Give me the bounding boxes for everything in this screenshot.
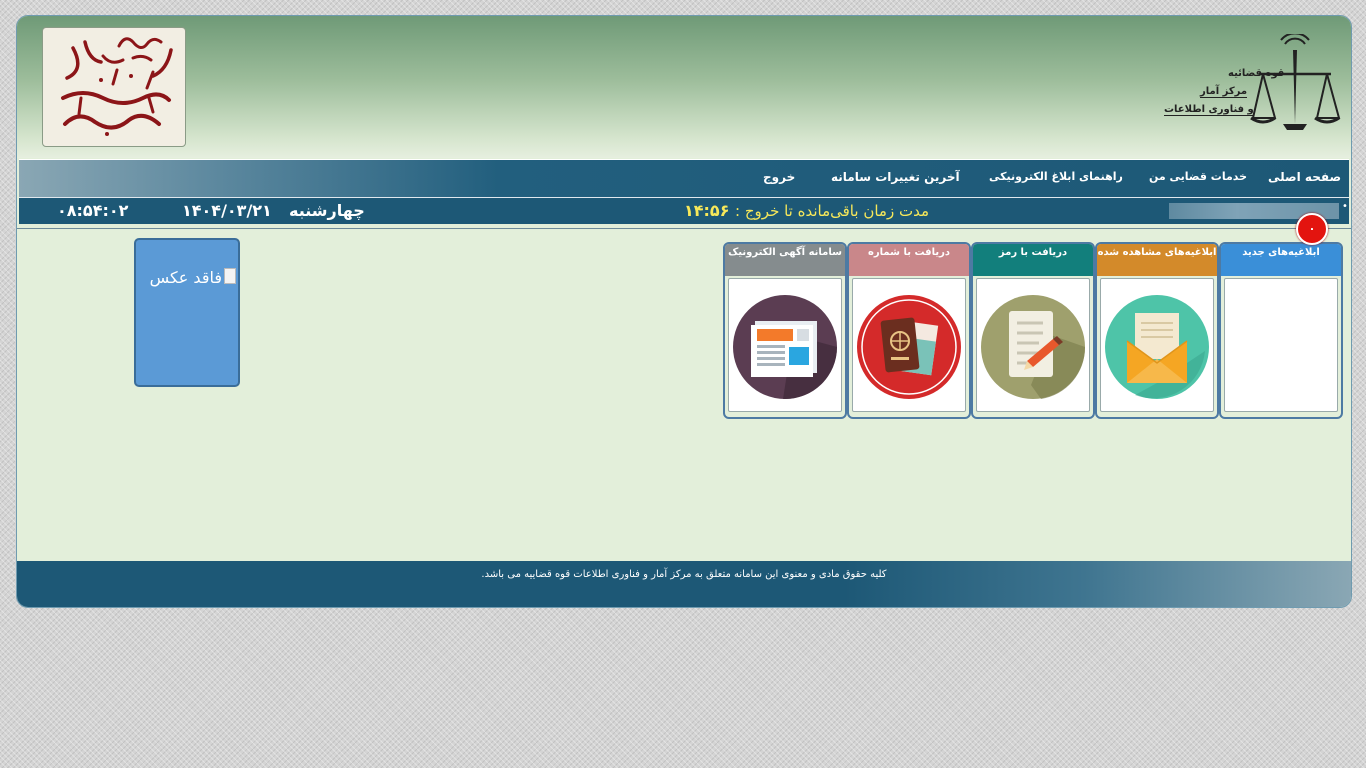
card-new-notices[interactable]: ابلاغیه‌های جدید	[1219, 242, 1343, 419]
current-date: ۱۴۰۴/۰۳/۲۱	[182, 201, 272, 220]
judiciary-line3: و فناوری اطلاعات	[1164, 104, 1254, 116]
nav-item-changes[interactable]: آخرین تغییرات سامانه	[831, 170, 960, 184]
card-title: ابلاغیه‌های مشاهده شده	[1097, 244, 1217, 276]
nav-item-home[interactable]: صفحه اصلی	[1268, 170, 1341, 184]
footer: کلیه حقوق مادی و معنوی این سامانه متعلق …	[17, 561, 1351, 607]
copyright-text: کلیه حقوق مادی و معنوی این سامانه متعلق …	[481, 569, 887, 580]
judiciary-line2: مرکز آمار	[1200, 86, 1248, 98]
current-time: ۰۸:۵۴:۰۲	[57, 201, 129, 220]
session-timer-value: ۱۴:۵۶	[684, 201, 730, 220]
main-nav: صفحه اصلی خدمات قضایی من راهنمای ابلاغ ا…	[19, 159, 1349, 197]
passport-icon	[857, 295, 961, 399]
photo-alt-text: فاقد عکس	[150, 268, 236, 287]
card-body	[728, 278, 842, 412]
card-title: سامانه آگهی الکترونیک	[725, 244, 845, 276]
nav-item-logout[interactable]: خروج	[763, 170, 795, 184]
card-title: دریافت با شماره	[849, 244, 969, 276]
card-body	[852, 278, 966, 412]
judiciary-line1: قوه قضائیه	[1228, 68, 1285, 79]
dashboard-area: فاقد عکس ابلاغیه‌های جدید ابلاغیه‌های مش…	[17, 228, 1351, 562]
status-bar: مدت زمان باقی‌مانده تا خروج : ۱۴:۵۶ چهار…	[19, 197, 1349, 224]
card-body	[1224, 278, 1338, 412]
document-pencil-icon	[981, 295, 1085, 399]
user-photo: فاقد عکس	[134, 238, 240, 387]
system-logo	[42, 27, 186, 147]
user-icon: •	[1342, 201, 1348, 212]
card-viewed-notices[interactable]: ابلاغیه‌های مشاهده شده	[1095, 242, 1219, 419]
nav-item-my-services[interactable]: خدمات قضایی من	[1149, 170, 1247, 183]
card-receive-by-password[interactable]: دریافت با رمز	[971, 242, 1095, 419]
card-title: دریافت با رمز	[973, 244, 1093, 276]
card-electronic-ads[interactable]: سامانه آگهی الکترونیک	[723, 242, 847, 419]
header-banner: قوه قضائیه مرکز آمار و فناوری اطلاعات	[17, 16, 1351, 158]
card-body	[976, 278, 1090, 412]
open-envelope-icon	[1105, 295, 1209, 399]
newspaper-icon	[733, 295, 837, 399]
new-notices-count-badge: ۰	[1296, 213, 1328, 245]
session-timer: مدت زمان باقی‌مانده تا خروج : ۱۴:۵۶	[684, 201, 929, 220]
broken-image-icon	[224, 268, 236, 284]
card-title: ابلاغیه‌های جدید	[1221, 244, 1341, 276]
session-timer-label: مدت زمان باقی‌مانده تا خروج :	[735, 202, 929, 220]
card-receive-by-number[interactable]: دریافت با شماره	[847, 242, 971, 419]
page-frame: قوه قضائیه مرکز آمار و فناوری اطلاعات صف…	[16, 15, 1352, 608]
card-body	[1100, 278, 1214, 412]
photo-alt-label: فاقد عکس	[149, 268, 222, 287]
judiciary-logo: قوه قضائیه مرکز آمار و فناوری اطلاعات	[1142, 34, 1342, 134]
weekday: چهارشنبه	[289, 201, 365, 220]
nav-item-guide[interactable]: راهنمای ابلاغ الکترونیکی	[989, 170, 1123, 183]
